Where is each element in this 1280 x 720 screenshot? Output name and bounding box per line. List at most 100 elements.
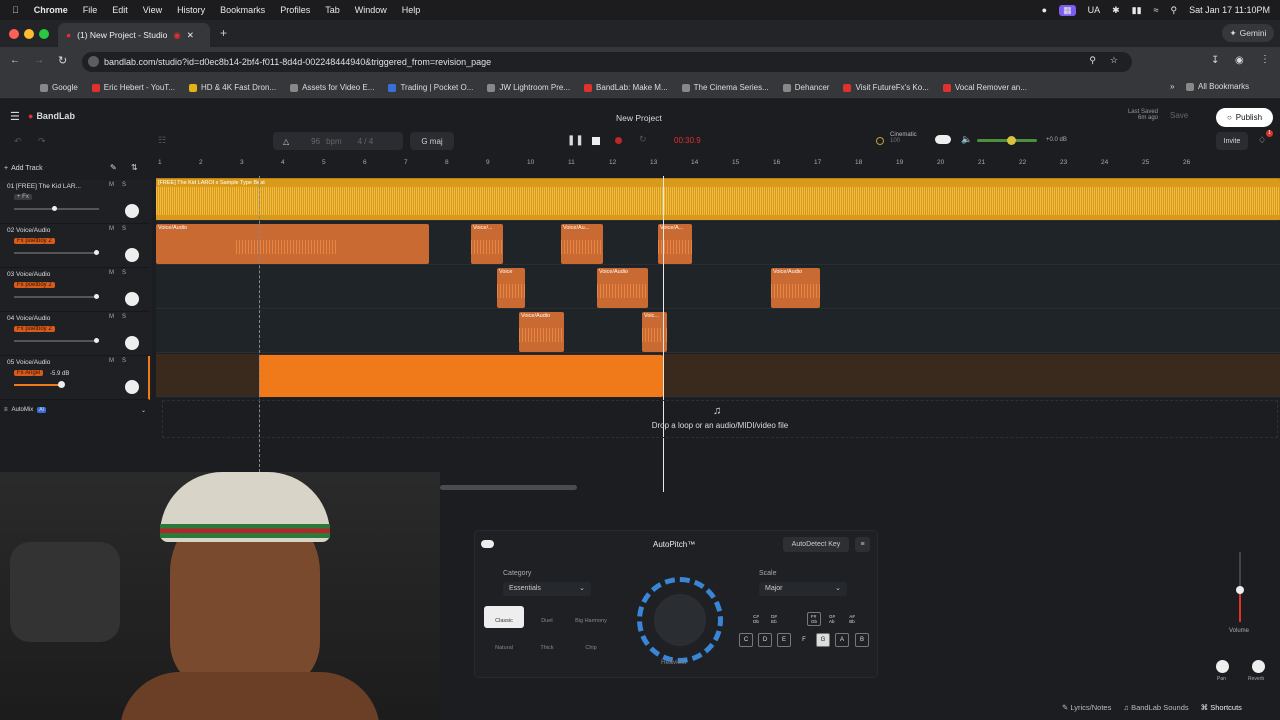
wifi-icon[interactable]: ≈ bbox=[1154, 5, 1159, 15]
pause-button[interactable]: ❚❚ bbox=[567, 135, 584, 146]
menu-history[interactable]: History bbox=[177, 5, 205, 15]
track-volume-slider[interactable] bbox=[14, 206, 99, 211]
audio-clip[interactable]: Voice/Audio bbox=[156, 224, 429, 264]
audio-clip[interactable]: Voice/Audio bbox=[771, 268, 820, 308]
solo-button[interactable]: S bbox=[122, 226, 126, 232]
pan-knob[interactable] bbox=[125, 204, 139, 218]
mixer-icon[interactable]: ☷ bbox=[158, 135, 166, 146]
gemini-button[interactable]: ✦ Gemini bbox=[1222, 24, 1274, 42]
mode-natural[interactable]: Natural bbox=[484, 633, 524, 655]
horizontal-scrollbar[interactable] bbox=[440, 485, 577, 490]
fx-badge[interactable]: Fx poetboy 2 bbox=[14, 282, 55, 288]
track-header[interactable]: 03 Voice/Audio Fx poetboy 2 M S bbox=[0, 268, 150, 312]
bluetooth-icon[interactable]: ✱ bbox=[1112, 5, 1120, 16]
pan-knob[interactable] bbox=[125, 292, 139, 306]
profile-icon[interactable]: ◉ bbox=[1235, 55, 1244, 66]
audio-clip[interactable]: Voice bbox=[497, 268, 525, 308]
tab-close-icon[interactable]: ✕ bbox=[187, 30, 194, 41]
browser-tab[interactable]: ● (1) New Project - Studio ◉ ✕ bbox=[58, 23, 210, 47]
pan-knob[interactable] bbox=[125, 380, 139, 394]
menu-app-name[interactable]: Chrome bbox=[34, 5, 68, 15]
screen-record-icon[interactable]: ▦ bbox=[1059, 4, 1076, 16]
bookmark-star-icon[interactable]: ☆ bbox=[1110, 55, 1118, 66]
speaker-icon[interactable]: 🔈 bbox=[961, 134, 972, 145]
pencil-icon[interactable]: ✎ bbox=[110, 163, 117, 172]
publish-button[interactable]: ○ Publish bbox=[1216, 108, 1273, 127]
add-track-button[interactable]: + Add Track bbox=[4, 162, 64, 175]
timeline-ruler[interactable]: 1 2 3 4 5 6 7 8 9 10 11 12 13 14 15 16 17 18 19 20 21 22 23 24 2… bbox=[156, 158, 1280, 170]
menu-view[interactable]: View bbox=[143, 5, 162, 15]
lyrics-notes-button[interactable]: ✎ Lyrics/Notes bbox=[1062, 703, 1111, 712]
new-tab-icon[interactable]: + bbox=[220, 26, 227, 40]
bpm-value[interactable]: 96 bbox=[311, 137, 320, 146]
key-f-sharp[interactable]: F# Gb bbox=[807, 612, 821, 626]
track-options-icon[interactable]: ⇅ bbox=[131, 163, 138, 172]
mode-classic[interactable]: Classic bbox=[484, 606, 524, 628]
audio-clip[interactable]: Voice/Audio bbox=[597, 268, 648, 308]
track-header[interactable]: 02 Voice/Audio Fx poetboy 2 M S bbox=[0, 224, 150, 268]
download-icon[interactable]: ↧ bbox=[1211, 55, 1219, 66]
menu-profiles[interactable]: Profiles bbox=[280, 5, 310, 15]
stop-button[interactable] bbox=[592, 137, 600, 145]
bookmark-item[interactable]: Google bbox=[40, 83, 78, 92]
solo-button[interactable]: S bbox=[122, 270, 126, 276]
all-bookmarks[interactable]: All Bookmarks bbox=[1186, 82, 1249, 91]
invite-button[interactable]: Invite bbox=[1216, 132, 1248, 150]
playhead[interactable] bbox=[663, 176, 664, 492]
mute-button[interactable]: M bbox=[109, 182, 114, 188]
chevron-down-icon[interactable]: ⌄ bbox=[141, 407, 146, 414]
loop-icon[interactable]: ↻ bbox=[639, 134, 647, 145]
window-minimize-button[interactable] bbox=[24, 29, 34, 39]
pan-knob[interactable] bbox=[1216, 660, 1229, 673]
key-f[interactable]: F bbox=[797, 633, 811, 647]
mode-big-harmony[interactable]: Big Harmony bbox=[571, 606, 611, 628]
menu-window[interactable]: Window bbox=[355, 5, 387, 15]
track-name[interactable]: 05 Voice/Audio bbox=[7, 359, 50, 366]
mode-thick[interactable]: Thick bbox=[527, 633, 567, 655]
bookmark-item[interactable]: The Cinema Series... bbox=[681, 83, 769, 92]
solo-button[interactable]: S bbox=[122, 358, 126, 364]
menu-file[interactable]: File bbox=[83, 5, 98, 15]
category-select[interactable]: Essentials ⌄ bbox=[503, 582, 591, 596]
window-close-button[interactable] bbox=[9, 29, 19, 39]
project-title[interactable]: New Project bbox=[616, 113, 662, 123]
track-volume-slider[interactable] bbox=[14, 338, 99, 343]
undo-icon[interactable]: ↶ bbox=[14, 136, 22, 147]
input-source[interactable]: UA bbox=[1088, 5, 1101, 15]
pan-knob[interactable] bbox=[125, 248, 139, 262]
master-volume-handle[interactable] bbox=[1007, 136, 1016, 145]
recording-region[interactable] bbox=[259, 355, 663, 397]
apple-icon[interactable]:  bbox=[12, 5, 19, 15]
track-name[interactable]: 01 [FREE] The Kid LAR... bbox=[7, 183, 81, 190]
bookmark-item[interactable]: Vocal Remover an... bbox=[942, 83, 1027, 92]
menu-help[interactable]: Help bbox=[402, 5, 421, 15]
track-header-selected[interactable]: 05 Voice/Audio Fx Angel -5.9 dB M S bbox=[0, 356, 150, 400]
key-d[interactable]: D bbox=[758, 633, 772, 647]
scale-select[interactable]: Major ⌄ bbox=[759, 582, 847, 596]
mute-button[interactable]: M bbox=[109, 358, 114, 364]
key-d-sharp[interactable]: D# Eb bbox=[767, 612, 781, 626]
solo-button[interactable]: S bbox=[122, 314, 126, 320]
zoom-icon[interactable]: ⚲ bbox=[1089, 55, 1096, 66]
track-volume-slider[interactable] bbox=[14, 294, 99, 299]
key-a-sharp[interactable]: A# Bb bbox=[845, 612, 859, 626]
window-zoom-button[interactable] bbox=[39, 29, 49, 39]
correction-knob[interactable] bbox=[637, 577, 723, 663]
track-name[interactable]: 04 Voice/Audio bbox=[7, 315, 50, 322]
beat-clip[interactable]: [FREE] The Kid LAROI x Sample Type Beat bbox=[156, 179, 1280, 220]
bookmarks-overflow-icon[interactable]: » bbox=[1170, 82, 1174, 91]
track-volume-slider[interactable] bbox=[14, 381, 65, 388]
master-fx-toggle[interactable] bbox=[935, 135, 951, 144]
audio-clip[interactable]: Voice/Au... bbox=[561, 224, 603, 264]
drop-zone[interactable]: ♫ Drop a loop or an audio/MIDI/video fil… bbox=[162, 400, 1278, 438]
bandlab-sounds-button[interactable]: ♫ BandLab Sounds bbox=[1123, 703, 1188, 712]
shortcuts-button[interactable]: ⌘ Shortcuts bbox=[1201, 703, 1242, 712]
record-button[interactable] bbox=[615, 137, 622, 144]
bookmark-item[interactable]: Dehancer bbox=[782, 83, 829, 92]
forward-icon[interactable]: → bbox=[34, 55, 44, 66]
address-bar[interactable]: bandlab.com/studio?id=d0ec8b14-2bf4-f011… bbox=[82, 52, 1132, 72]
reload-icon[interactable]: ↻ bbox=[58, 54, 67, 67]
key-c-sharp[interactable]: C# Db bbox=[749, 612, 763, 626]
reverb-knob[interactable] bbox=[1252, 660, 1265, 673]
audio-clip[interactable]: Voice/Audio bbox=[519, 312, 564, 352]
